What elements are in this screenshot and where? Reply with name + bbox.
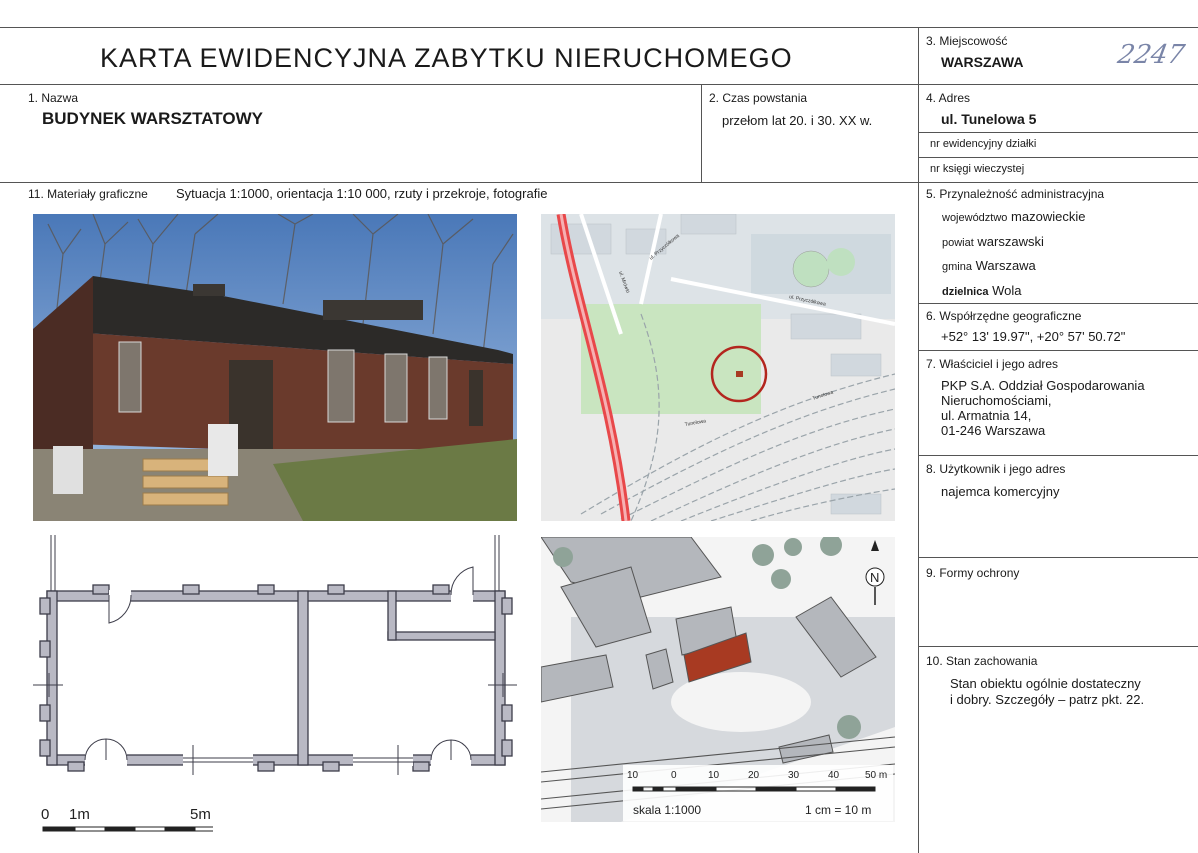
dzielnica-label: dzielnica bbox=[942, 286, 989, 298]
dzielnica-value: Wola bbox=[992, 283, 1022, 298]
site-scale-tick: 50 m bbox=[865, 770, 887, 781]
wspolrzedne-value: +52° 13' 19.97", +20° 57' 50.72" bbox=[941, 329, 1126, 344]
nr-dzialki-label: nr ewidencyjny działki bbox=[930, 138, 1037, 150]
plan-scale-zero: 0 bbox=[41, 806, 49, 823]
wojewodztwo-row: województwo mazowieckie bbox=[942, 209, 1085, 224]
site-scale-tick: 20 bbox=[748, 770, 760, 781]
formy-ochrony-label: 9. Formy ochrony bbox=[926, 566, 1020, 580]
wlasciciel-line: ul. Armatnia 14, bbox=[941, 408, 1032, 423]
page-title: KARTA EWIDENCYJNA ZABYTKU NIERUCHOMEGO bbox=[100, 43, 793, 73]
gmina-row: gmina Warszawa bbox=[942, 258, 1036, 273]
site-plan: N 10 0 10 20 30 40 50 m skala 1:1000 1 c… bbox=[541, 537, 895, 822]
wlasciciel-line: Nieruchomościami, bbox=[941, 393, 1052, 408]
wojewodztwo-value: mazowieckie bbox=[1011, 209, 1086, 224]
wojewodztwo-label: województwo bbox=[942, 212, 1008, 224]
north-label: N bbox=[870, 570, 879, 585]
nazwa-value: BUDYNEK WARSZTATOWY bbox=[42, 109, 263, 128]
stan-line: Stan obiektu ogólnie dostateczny bbox=[950, 676, 1141, 691]
site-ratio-text: 1 cm = 10 m bbox=[805, 803, 871, 817]
nr-ksiegi-label: nr księgi wieczystej bbox=[930, 163, 1025, 175]
stan-line: i dobry. Szczegóły – patrz pkt. 22. bbox=[950, 692, 1145, 707]
miejscowosc-label: 3. Miejscowość bbox=[926, 34, 1008, 48]
page-number-handwritten: 2247 bbox=[1115, 40, 1187, 70]
site-scale-tick: 40 bbox=[828, 770, 840, 781]
uzytkownik-value: najemca komercyjny bbox=[941, 484, 1060, 499]
site-scale-tick: 10 bbox=[708, 770, 720, 781]
building-photo bbox=[33, 214, 517, 521]
dzielnica-row: dzielnica Wola bbox=[942, 283, 1021, 298]
wlasciciel-line: 01-246 Warszawa bbox=[941, 423, 1046, 438]
floor-plan: 0 1m 5m bbox=[33, 535, 517, 845]
stan-value: Stan obiektu ogólnie dostateczny i dobry… bbox=[950, 676, 1144, 708]
plan-scale-one: 1m bbox=[69, 806, 90, 823]
plan-scale-bar bbox=[42, 826, 213, 832]
wlasciciel-line: PKP S.A. Oddział Gospodarowania bbox=[941, 378, 1145, 393]
wspolrzedne-label: 6. Współrzędne geograficzne bbox=[926, 309, 1082, 323]
gmina-label: gmina bbox=[942, 261, 972, 273]
gmina-value: Warszawa bbox=[975, 258, 1036, 273]
powiat-value: warszawski bbox=[977, 234, 1044, 249]
stan-label: 10. Stan zachowania bbox=[926, 654, 1038, 668]
orientation-map: ul. Przyczółkowa ul. Przyczółkowa ul. Mr… bbox=[541, 214, 895, 521]
czas-label: 2. Czas powstania bbox=[709, 91, 808, 105]
uzytkownik-label: 8. Użytkownik i jego adres bbox=[926, 462, 1066, 476]
przynaleznosc-label: 5. Przynależność administracyjna bbox=[926, 187, 1105, 201]
wlasciciel-label: 7. Właściciel i jego adres bbox=[926, 357, 1059, 371]
site-scale-tick: 0 bbox=[671, 770, 677, 781]
miejscowosc-value: WARSZAWA bbox=[941, 54, 1024, 70]
materialy-label: 11. Materiały graficzne bbox=[28, 187, 148, 201]
adres-label: 4. Adres bbox=[926, 91, 971, 105]
plan-scale-five: 5m bbox=[190, 806, 211, 823]
materialy-value: Sytuacja 1:1000, orientacja 1:10 000, rz… bbox=[176, 186, 548, 201]
czas-value: przełom lat 20. i 30. XX w. bbox=[722, 113, 873, 128]
adres-value: ul. Tunelowa 5 bbox=[941, 111, 1037, 127]
site-scale-text: skala 1:1000 bbox=[633, 803, 701, 817]
nazwa-label: 1. Nazwa bbox=[28, 91, 79, 105]
wlasciciel-address: PKP S.A. Oddział Gospodarowania Nierucho… bbox=[941, 378, 1145, 438]
powiat-label: powiat bbox=[942, 237, 974, 249]
powiat-row: powiat warszawski bbox=[942, 234, 1044, 249]
site-scale-tick: 10 bbox=[627, 770, 639, 781]
site-scale-tick: 30 bbox=[788, 770, 800, 781]
